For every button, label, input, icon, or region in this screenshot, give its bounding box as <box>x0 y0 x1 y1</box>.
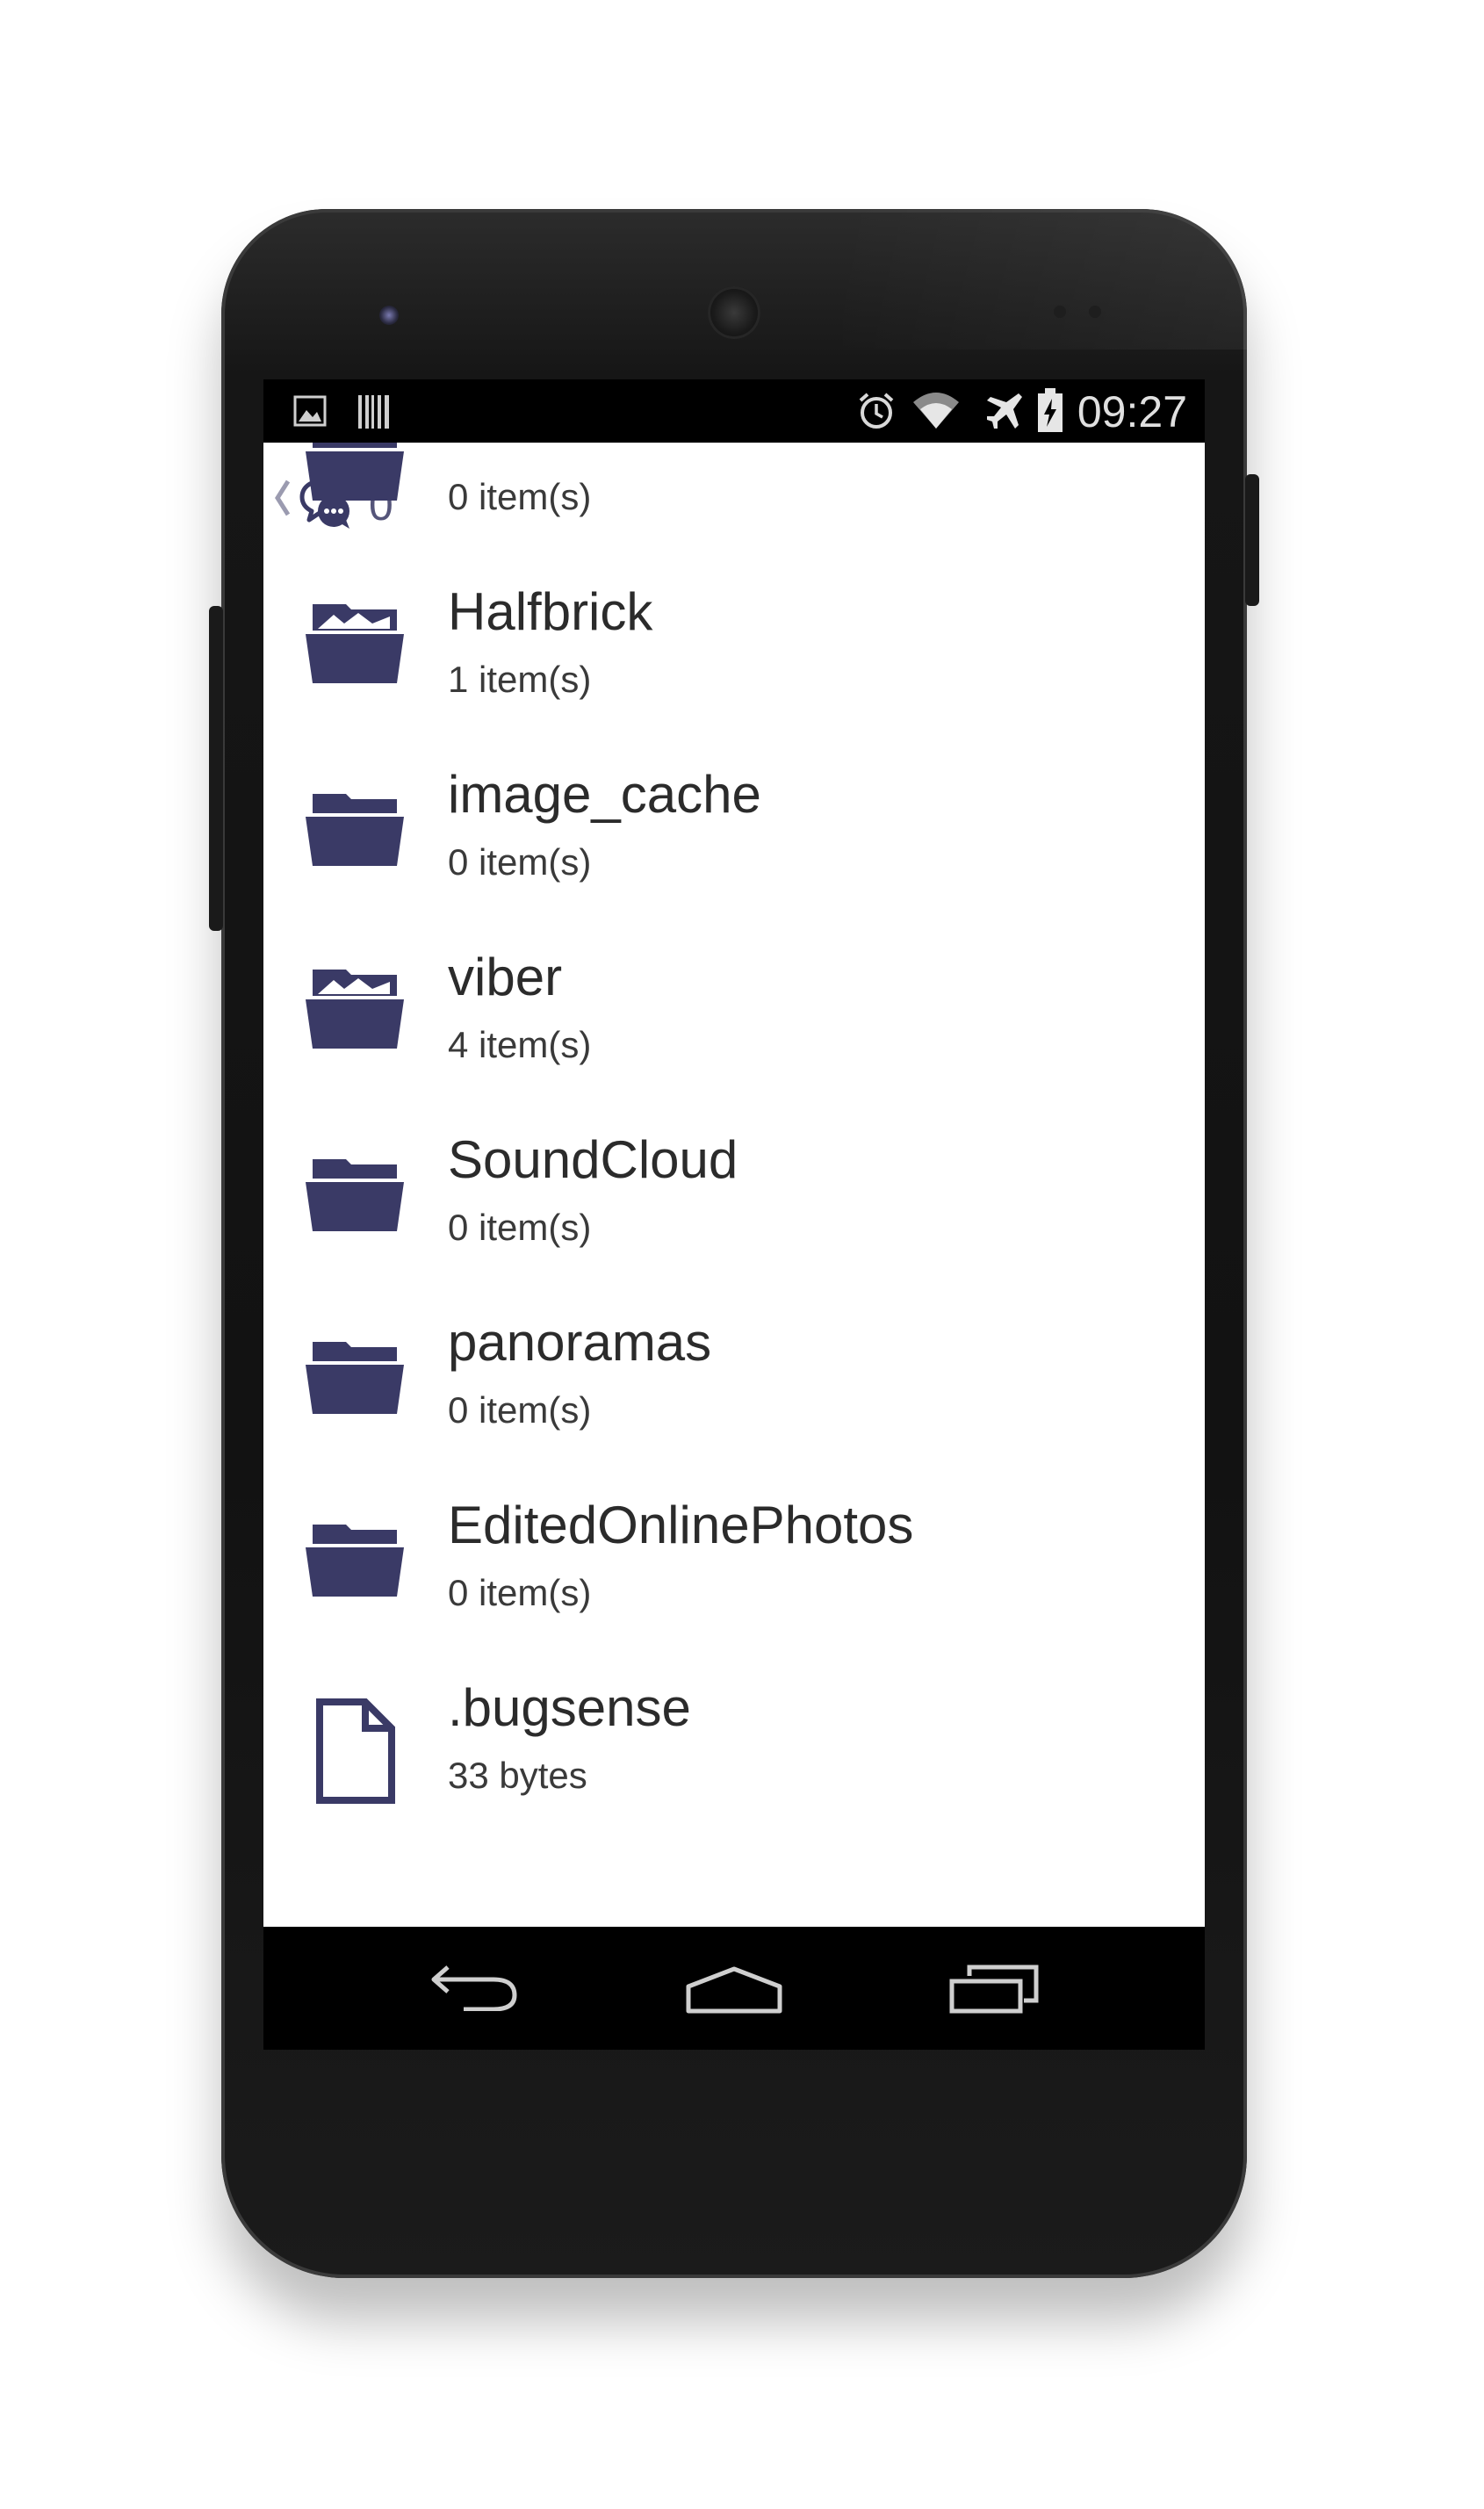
item-name: SoundCloud <box>448 1130 738 1189</box>
item-meta: 0 item(s) <box>448 476 592 517</box>
item-name: Halfbrick <box>448 582 653 641</box>
alarm-icon <box>855 390 897 436</box>
item-name: .bugsense <box>448 1678 691 1737</box>
item-meta: 0 item(s) <box>448 841 592 883</box>
item-name: panoramas <box>448 1313 712 1372</box>
home-icon[interactable] <box>685 1965 783 2019</box>
earpiece-speaker <box>708 286 760 339</box>
list-item[interactable]: panoramas 0 item(s) <box>263 1294 1205 1477</box>
phone-sheen <box>843 209 1247 350</box>
item-name: viber <box>448 948 563 1006</box>
front-camera <box>379 306 399 325</box>
recents-icon[interactable] <box>948 1964 1040 2019</box>
proximity-sensor <box>1054 306 1066 318</box>
image-icon <box>293 395 327 431</box>
folder-icon <box>302 1509 407 1604</box>
folder-icon <box>302 1326 407 1422</box>
navigation-bar <box>263 1927 1205 2050</box>
file-browser: 0 0 item(s) Halfbrick 1 item(s) image_cache… <box>263 443 1205 1927</box>
list-item[interactable]: image_cache 0 item(s) <box>263 746 1205 929</box>
barcode-icon <box>357 393 392 435</box>
status-bar: 09:27 <box>263 379 1205 443</box>
item-meta: 1 item(s) <box>448 659 592 700</box>
list-item[interactable]: EditedOnlinePhotos 0 item(s) <box>263 1477 1205 1660</box>
wifi-icon <box>911 390 961 435</box>
item-name: EditedOnlinePhotos <box>448 1496 914 1554</box>
folder-icon <box>302 778 407 874</box>
volume-button <box>209 606 223 931</box>
item-meta: 0 item(s) <box>448 1207 592 1248</box>
item-meta: 4 item(s) <box>448 1024 592 1065</box>
list-item[interactable]: SoundCloud 0 item(s) <box>263 1112 1205 1294</box>
item-meta: 0 item(s) <box>448 1389 592 1431</box>
light-sensor <box>1089 306 1101 318</box>
folder-icon <box>302 443 407 508</box>
image-folder-icon <box>302 961 407 1056</box>
item-meta: 0 item(s) <box>448 1572 592 1613</box>
back-icon[interactable] <box>429 1962 520 2015</box>
battery-icon <box>1036 386 1064 438</box>
list-item[interactable]: .bugsense 33 bytes <box>263 1660 1205 1842</box>
file-icon <box>311 1698 397 1808</box>
folder-icon <box>302 1143 407 1239</box>
airplane-icon <box>983 390 1026 436</box>
status-time: 09:27 <box>1077 387 1187 436</box>
list-item[interactable]: 0 item(s) <box>263 443 1205 564</box>
list-item[interactable]: Halfbrick 1 item(s) <box>263 564 1205 746</box>
list-item[interactable]: viber 4 item(s) <box>263 929 1205 1112</box>
item-name: image_cache <box>448 765 761 824</box>
item-meta: 33 bytes <box>448 1755 587 1796</box>
image-folder-icon <box>302 595 407 691</box>
power-button <box>1245 474 1259 606</box>
